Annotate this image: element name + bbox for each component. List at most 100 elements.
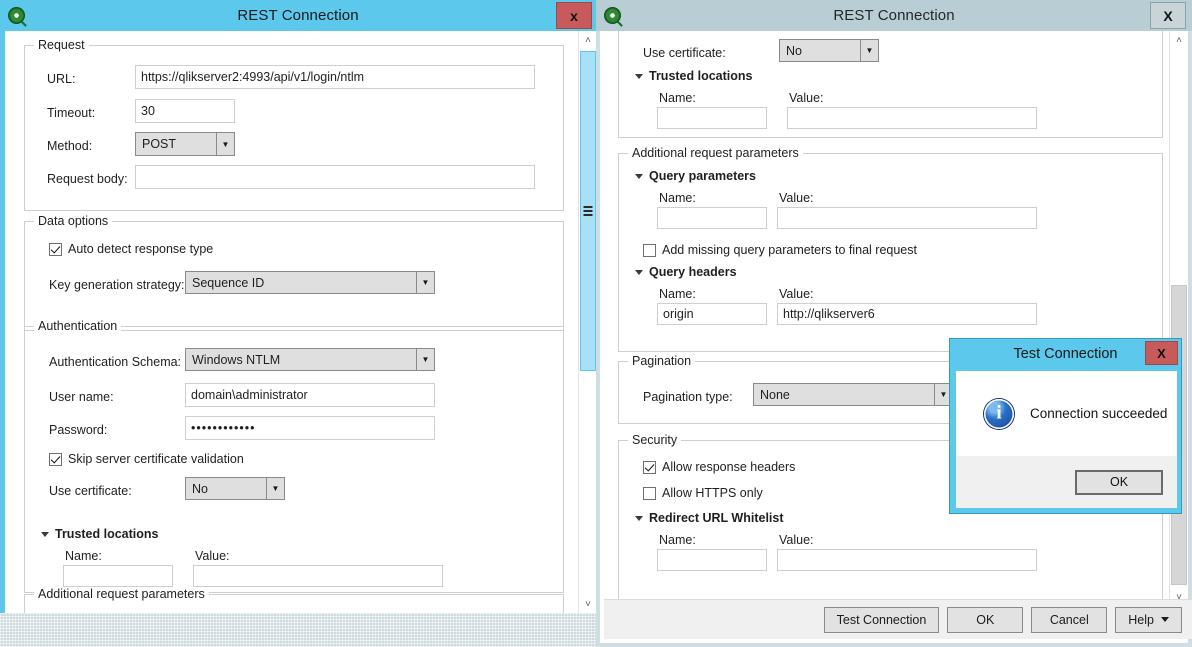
auto-detect-response-type-label: Auto detect response type — [68, 242, 214, 256]
redirect-url-whitelist-label: Redirect URL Whitelist — [649, 511, 784, 525]
query-parameters-value-label: Value: — [779, 191, 814, 205]
timeout-label: Timeout: — [47, 106, 96, 120]
trusted-locations-toggle[interactable]: Trusted locations — [635, 69, 753, 83]
additional-request-parameters-group: Additional request parameters — [24, 587, 564, 613]
scroll-down-arrow-icon[interactable]: ˅ — [579, 595, 597, 613]
ok-button[interactable]: OK — [947, 606, 1024, 633]
use-certificate-value: No — [786, 43, 802, 58]
method-dropdown[interactable]: POST ▼ — [135, 132, 235, 156]
left-window-body: Request URL: https://qlikserver2:4993/ap… — [0, 31, 596, 613]
checkbox-checked-icon — [643, 460, 656, 474]
trusted-locations-toggle[interactable]: Trusted locations — [41, 527, 159, 541]
add-missing-query-parameters-label: Add missing query parameters to final re… — [662, 243, 917, 257]
right-window-close-button[interactable]: X — [1150, 2, 1186, 29]
method-label: Method: — [47, 139, 93, 153]
skip-server-certificate-validation-label: Skip server certificate validation — [68, 452, 244, 466]
authentication-schema-dropdown[interactable]: Windows NTLM ▼ — [185, 348, 435, 371]
data-options-group-legend: Data options — [34, 214, 113, 228]
query-parameters-name-input[interactable] — [657, 207, 767, 229]
left-window-scrollbar[interactable]: ˄ ˅ — [578, 31, 596, 613]
allow-response-headers-checkbox[interactable]: Allow response headers — [643, 460, 795, 474]
user-name-input[interactable]: domain\administrator — [185, 383, 435, 407]
left-window-close-button[interactable]: x — [556, 2, 592, 29]
info-icon — [984, 398, 1014, 429]
caret-down-icon — [41, 531, 49, 537]
request-group-legend: Request — [34, 38, 89, 52]
chevron-down-icon: ▼ — [416, 349, 434, 370]
trusted-locations-value-input[interactable] — [193, 565, 443, 587]
timeout-input[interactable]: 30 — [135, 99, 235, 123]
query-parameters-value-input[interactable] — [777, 207, 1037, 229]
query-headers-value-input[interactable]: http://qlikserver6 — [777, 303, 1037, 325]
chevron-down-icon: ▼ — [266, 478, 284, 499]
left-window-scroll-content: Request URL: https://qlikserver2:4993/ap… — [10, 31, 573, 613]
url-input[interactable]: https://qlikserver2:4993/api/v1/login/nt… — [135, 65, 535, 89]
checkbox-checked-icon — [49, 452, 62, 466]
add-missing-query-parameters-checkbox[interactable]: Add missing query parameters to final re… — [643, 243, 917, 257]
right-window-button-bar: Test Connection OK Cancel Help — [604, 599, 1192, 639]
test-connection-dialog-title: Test Connection — [1013, 346, 1118, 362]
password-label: Password: — [49, 423, 108, 437]
test-connection-dialog: Test Connection X Connection succeeded O… — [949, 338, 1182, 514]
right-window-scroll-content: Use certificate: No ▼ Trusted locations … — [604, 31, 1169, 606]
key-generation-strategy-label: Key generation strategy: — [49, 278, 185, 292]
caret-down-icon — [635, 73, 643, 79]
trusted-locations-name-label: Name: — [65, 549, 102, 563]
query-headers-label: Query headers — [649, 265, 737, 279]
trusted-locations-value-input[interactable] — [787, 107, 1037, 129]
trusted-locations-label: Trusted locations — [649, 69, 753, 83]
query-headers-toggle[interactable]: Query headers — [635, 265, 737, 279]
cancel-button[interactable]: Cancel — [1031, 606, 1108, 633]
password-input[interactable]: •••••••••••• — [185, 416, 435, 440]
scroll-up-arrow-icon[interactable]: ˄ — [1170, 31, 1188, 49]
authentication-group-legend: Authentication — [34, 319, 122, 333]
trusted-locations-name-input[interactable] — [657, 107, 767, 129]
skip-server-certificate-validation-checkbox[interactable]: Skip server certificate validation — [49, 452, 244, 466]
request-body-input[interactable] — [135, 165, 535, 189]
method-dropdown-value: POST — [142, 137, 177, 151]
request-group: Request URL: https://qlikserver2:4993/ap… — [24, 38, 564, 211]
right-window-titlebar[interactable]: REST Connection X — [596, 0, 1192, 31]
query-headers-name-label: Name: — [659, 287, 696, 301]
pagination-type-dropdown[interactable]: None ▼ — [753, 383, 953, 406]
test-connection-dialog-close-button[interactable]: X — [1145, 341, 1178, 365]
auto-detect-response-type-checkbox[interactable]: Auto detect response type — [49, 242, 213, 256]
use-certificate-dropdown[interactable]: No ▼ — [185, 477, 285, 500]
chevron-down-icon: ▼ — [216, 133, 234, 155]
use-certificate-dropdown[interactable]: No ▼ — [779, 39, 879, 62]
trusted-locations-name-input[interactable] — [63, 565, 173, 587]
key-generation-strategy-dropdown[interactable]: Sequence ID ▼ — [185, 271, 435, 294]
left-scrollbar-thumb[interactable] — [580, 51, 596, 371]
right-window-scrollbar[interactable]: ˄ ˅ — [1169, 31, 1187, 606]
allow-https-only-label: Allow HTTPS only — [662, 486, 763, 500]
test-connection-dialog-message: Connection succeeded — [1030, 406, 1168, 421]
left-window-titlebar[interactable]: REST Connection x — [0, 0, 596, 31]
trusted-locations-value-label: Value: — [195, 549, 230, 563]
redirect-whitelist-value-label: Value: — [779, 533, 814, 547]
redirect-whitelist-name-label: Name: — [659, 533, 696, 547]
pagination-type-value: None — [760, 387, 790, 402]
test-connection-dialog-titlebar[interactable]: Test Connection X — [950, 339, 1181, 369]
query-parameters-toggle[interactable]: Query parameters — [635, 169, 756, 183]
help-button[interactable]: Help — [1115, 606, 1182, 633]
additional-request-parameters-legend: Additional request parameters — [628, 146, 803, 160]
query-headers-name-input[interactable]: origin — [657, 303, 767, 325]
pagination-type-label: Pagination type: — [643, 390, 733, 404]
scroll-up-arrow-icon[interactable]: ˄ — [579, 31, 597, 49]
redirect-whitelist-name-input[interactable] — [657, 549, 767, 571]
right-window-title: REST Connection — [833, 7, 955, 24]
authentication-schema-label: Authentication Schema: — [49, 355, 182, 369]
trusted-locations-name-label: Name: — [659, 91, 696, 105]
qlik-logo-icon — [604, 7, 621, 24]
test-connection-button[interactable]: Test Connection — [823, 606, 940, 633]
caret-down-icon — [635, 269, 643, 275]
caret-down-icon — [635, 515, 643, 521]
authentication-group: Authentication Authentication Schema: Wi… — [24, 319, 564, 593]
redirect-url-whitelist-toggle[interactable]: Redirect URL Whitelist — [635, 511, 784, 525]
query-parameters-label: Query parameters — [649, 169, 757, 183]
user-name-label: User name: — [49, 390, 114, 404]
test-connection-dialog-ok-button[interactable]: OK — [1075, 469, 1163, 495]
scrollbar-grip-icon — [583, 206, 593, 218]
allow-https-only-checkbox[interactable]: Allow HTTPS only — [643, 486, 763, 500]
redirect-whitelist-value-input[interactable] — [777, 549, 1037, 571]
